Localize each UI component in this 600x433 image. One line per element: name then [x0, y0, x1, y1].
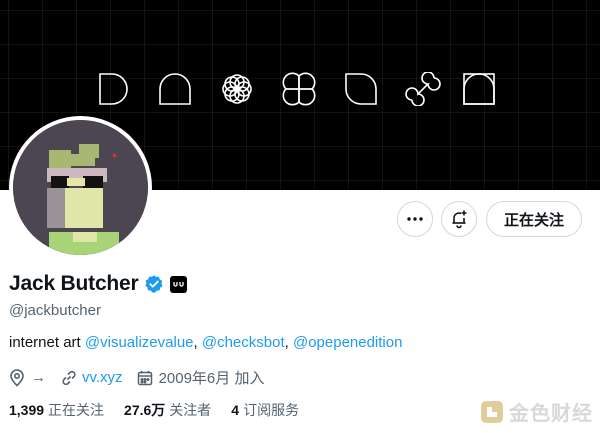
subscriptions-stat[interactable]: 4 订阅服务	[231, 400, 299, 420]
joined-date: 2009年6月 加入	[158, 370, 265, 387]
verified-badge-icon[interactable]	[144, 274, 164, 294]
mention-checksbot[interactable]: @checksbot	[202, 334, 285, 351]
profile-stats: 1,399 正在关注 27.6万 关注者 4 订阅服务	[9, 400, 319, 420]
mention-opepenedition[interactable]: @opepenedition	[293, 334, 402, 351]
affiliate-badge[interactable]	[169, 275, 187, 293]
watermark: 金色财经	[480, 397, 593, 426]
watermark-text: 金色财经	[509, 403, 593, 425]
flower-icon	[222, 74, 252, 104]
infinity-loop-icon	[405, 72, 441, 106]
bio: internet art @visualizevalue, @checksbot…	[9, 334, 402, 351]
avatar-image	[13, 120, 148, 255]
following-stat[interactable]: 1,399 正在关注	[9, 400, 104, 420]
name-row: Jack Butcher	[9, 272, 187, 296]
mention-visualizevalue[interactable]: @visualizevalue	[85, 334, 194, 351]
website-link[interactable]: vv.xyz	[82, 369, 123, 386]
bio-comma: ,	[284, 334, 293, 351]
subscriptions-label: 订阅服务	[243, 402, 300, 418]
followers-count: 27.6万	[124, 402, 166, 418]
followers-label: 关注者	[169, 402, 212, 418]
display-name: Jack Butcher	[9, 272, 139, 295]
vv-logo-icon	[172, 282, 184, 287]
banner-icons	[99, 72, 495, 106]
more-options-button[interactable]	[397, 201, 433, 237]
subscriptions-count: 4	[231, 402, 240, 418]
profile-meta: → vv.xyz 2009年6月 加入	[9, 367, 264, 388]
bell-plus-icon	[452, 210, 467, 229]
watermark-logo-icon	[481, 400, 503, 423]
following-button[interactable]: 正在关注	[486, 201, 582, 237]
d-shape-icon	[99, 73, 128, 105]
more-horizontal-icon	[407, 217, 423, 221]
handle: @jackbutcher	[9, 302, 101, 319]
following-label: 正在关注	[48, 402, 105, 418]
arch-square-icon	[345, 73, 377, 105]
bio-comma: ,	[193, 334, 202, 351]
link-icon	[60, 369, 78, 387]
calendar-icon	[137, 370, 153, 386]
framed-circle-icon	[463, 73, 495, 105]
notifications-button[interactable]	[441, 201, 477, 237]
location-text: →	[31, 369, 46, 386]
quatrefoil-icon	[282, 72, 316, 106]
location-pin-icon	[9, 368, 25, 387]
bio-text: internet art	[9, 334, 81, 351]
avatar[interactable]	[9, 116, 152, 259]
rounded-square-icon	[159, 73, 191, 105]
followers-stat[interactable]: 27.6万 关注者	[124, 400, 211, 420]
following-count: 1,399	[9, 402, 45, 418]
